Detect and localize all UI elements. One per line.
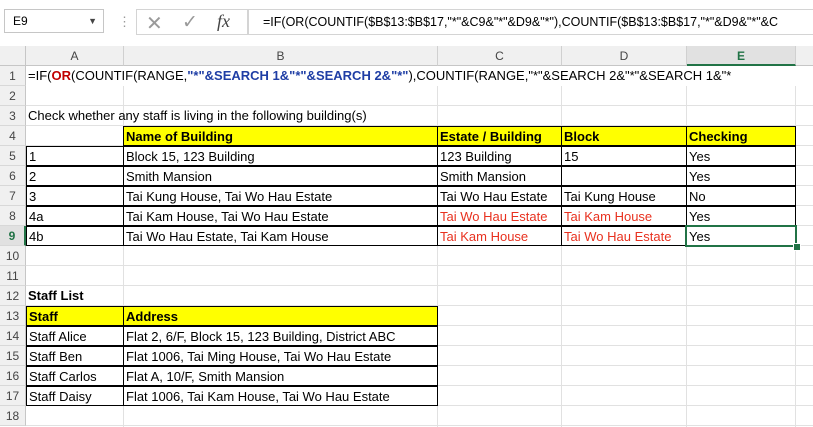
table-cell[interactable]: 3 (26, 186, 124, 206)
row-header[interactable]: 11 (0, 266, 26, 286)
table-cell[interactable]: 4b (26, 226, 124, 246)
table-cell[interactable]: 15 (561, 146, 687, 166)
table-header[interactable]: Block (561, 126, 687, 146)
table-cell[interactable]: Block 15, 123 Building (123, 146, 438, 166)
table-cell[interactable]: Smith Mansion (437, 166, 562, 186)
table-cell[interactable]: Flat 1006, Tai Kam House, Tai Wo Hau Est… (123, 386, 438, 406)
table-cell[interactable]: Tai Kam House, Tai Wo Hau Estate (123, 206, 438, 226)
confirm-check-icon[interactable]: ✓ (182, 11, 198, 34)
row-header[interactable]: 14 (0, 326, 26, 346)
table-header[interactable]: Estate / Building (437, 126, 562, 146)
row-header[interactable]: 5 (0, 146, 26, 166)
row-header[interactable]: 10 (0, 246, 26, 266)
table-cell[interactable]: 123 Building (437, 146, 562, 166)
table-cell[interactable] (561, 166, 687, 186)
table-cell[interactable]: Tai Wo Hau Estate (437, 186, 562, 206)
more-dots-icon[interactable]: ⋮ (118, 14, 131, 30)
table-header[interactable]: Name of Building (123, 126, 438, 146)
table-cell[interactable]: 1 (26, 146, 124, 166)
table-cell[interactable]: Staff Carlos (26, 366, 124, 386)
table-cell[interactable]: No (686, 186, 796, 206)
formula-part: (COUNTIF(RANGE, (70, 68, 188, 83)
table-cell[interactable]: Tai Kam House (561, 206, 687, 226)
row-header[interactable]: 6 (0, 166, 26, 186)
row-header[interactable]: 16 (0, 366, 26, 386)
row-header[interactable]: 9 (0, 226, 26, 246)
table-cell[interactable]: Tai Kung House, Tai Wo Hau Estate (123, 186, 438, 206)
table-cell[interactable]: Staff Daisy (26, 386, 124, 406)
table-cell[interactable]: Yes (686, 206, 796, 226)
row-header[interactable]: 7 (0, 186, 26, 206)
spreadsheet-grid[interactable]: A B C D E 1 2 3 4 5 6 7 8 9 10 11 12 13 … (0, 46, 813, 427)
cancel-icon[interactable]: ✕ (146, 11, 163, 36)
staff-list-title[interactable]: Staff List (26, 286, 84, 306)
table-header[interactable]: Checking (686, 126, 796, 146)
table-cell[interactable]: Yes (686, 146, 796, 166)
table-cell[interactable]: Staff Alice (26, 326, 124, 346)
row-header[interactable]: 4 (0, 126, 26, 146)
table-cell[interactable]: Tai Wo Hau Estate (437, 206, 562, 226)
column-header-b[interactable]: B (124, 46, 438, 66)
table-cell[interactable]: 2 (26, 166, 124, 186)
formula-toolbar: E9 ▼ ⋮ ✕ ✓ fx =IF(OR(COUNTIF($B$13:$B$17… (0, 0, 813, 46)
formula-bar-input[interactable]: =IF(OR(COUNTIF($B$13:$B$17,"*"&C9&"*"&D9… (248, 9, 813, 35)
column-header-a[interactable]: A (26, 46, 124, 66)
table-cell[interactable]: Flat 1006, Tai Ming House, Tai Wo Hau Es… (123, 346, 438, 366)
column-header-e[interactable]: E (687, 46, 796, 66)
row-header[interactable]: 8 (0, 206, 26, 226)
active-cell-border (685, 225, 797, 247)
table-cell[interactable]: Flat 2, 6/F, Block 15, 123 Building, Dis… (123, 326, 438, 346)
table-header[interactable]: Staff (26, 306, 124, 326)
insert-function-icon[interactable]: fx (217, 11, 230, 32)
row-header[interactable]: 1 (0, 66, 26, 86)
formula-text: =IF(OR(COUNTIF($B$13:$B$17,"*"&C9&"*"&D9… (263, 15, 779, 29)
column-header-d[interactable]: D (562, 46, 687, 66)
row-header[interactable]: 17 (0, 386, 26, 406)
row-header[interactable]: 15 (0, 346, 26, 366)
name-box[interactable]: E9 ▼ (4, 9, 104, 33)
row-header[interactable]: 12 (0, 286, 26, 306)
name-box-value: E9 (13, 14, 28, 28)
column-header-c[interactable]: C (438, 46, 562, 66)
select-all-corner[interactable] (0, 46, 26, 66)
table-header[interactable]: Address (123, 306, 438, 326)
formula-or-keyword: OR (51, 68, 71, 83)
formula-string-part: "*"&SEARCH 1&"*"&SEARCH 2&"*" (187, 68, 409, 83)
formula-part: ),COUNTIF(RANGE,"*"&SEARCH 2&"*"&SEARCH … (408, 68, 732, 83)
formula-part: =IF( (28, 68, 52, 83)
formula-display-cell[interactable]: =IF(OR(COUNTIF(RANGE,"*"&SEARCH 1&"*"&SE… (26, 66, 813, 86)
table-cell[interactable]: Tai Wo Hau Estate, Tai Kam House (123, 226, 438, 246)
table-cell[interactable]: Smith Mansion (123, 166, 438, 186)
table-cell[interactable]: Tai Kung House (561, 186, 687, 206)
row-header[interactable]: 18 (0, 406, 26, 426)
table-cell[interactable]: Yes (686, 166, 796, 186)
row-header[interactable]: 3 (0, 106, 26, 126)
table-cell[interactable]: 4a (26, 206, 124, 226)
fill-handle[interactable] (793, 243, 801, 251)
formula-buttons: ✕ ✓ fx (136, 9, 248, 35)
table-cell[interactable]: Tai Kam House (437, 226, 562, 246)
table-cell[interactable]: Flat A, 10/F, Smith Mansion (123, 366, 438, 386)
chevron-down-icon[interactable]: ▼ (88, 16, 97, 26)
row-header[interactable]: 2 (0, 86, 26, 106)
instruction-text[interactable]: Check whether any staff is living in the… (26, 106, 367, 126)
column-header-f[interactable] (796, 46, 813, 66)
table-cell[interactable]: Tai Wo Hau Estate (561, 226, 687, 246)
table-cell[interactable]: Staff Ben (26, 346, 124, 366)
row-header[interactable]: 13 (0, 306, 26, 326)
